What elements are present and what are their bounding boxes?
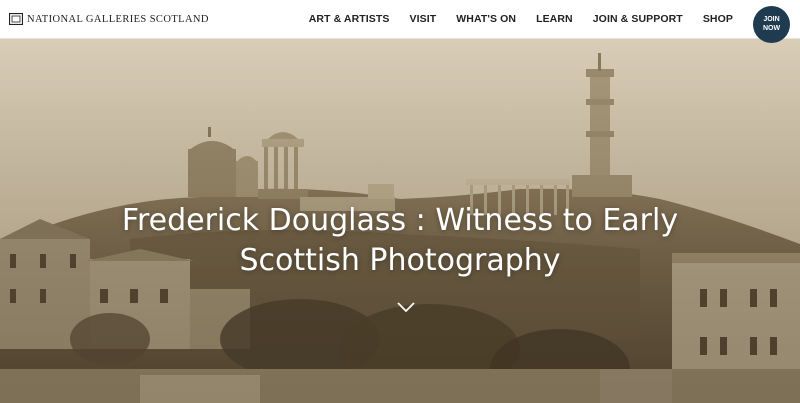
nav-shop[interactable]: SHOP <box>703 13 733 25</box>
nav-whats-on[interactable]: WHAT'S ON <box>456 13 516 25</box>
join-now-label: JOIN NOW <box>762 16 781 32</box>
nav-visit[interactable]: VISIT <box>410 13 437 25</box>
site-header: NATIONAL GALLERIES SCOTLAND ART & ARTIST… <box>0 0 800 43</box>
gallery-frame-icon <box>9 13 23 25</box>
logo-text: NATIONAL GALLERIES SCOTLAND <box>27 13 209 25</box>
nav-learn[interactable]: LEARN <box>536 13 573 25</box>
hero-title: Frederick Douglass : Witness to Early Sc… <box>121 203 679 278</box>
site-logo[interactable]: NATIONAL GALLERIES SCOTLAND <box>9 13 209 25</box>
nav-join-support[interactable]: JOIN & SUPPORT <box>593 13 683 25</box>
join-now-button[interactable]: JOIN NOW <box>753 5 790 43</box>
hero-banner: Frederick Douglass : Witness to Early Sc… <box>0 39 800 403</box>
main-nav: ART & ARTISTS VISIT WHAT'S ON LEARN JOIN… <box>309 13 733 25</box>
nav-art-artists[interactable]: ART & ARTISTS <box>309 13 390 25</box>
chevron-down-icon[interactable] <box>397 301 415 313</box>
